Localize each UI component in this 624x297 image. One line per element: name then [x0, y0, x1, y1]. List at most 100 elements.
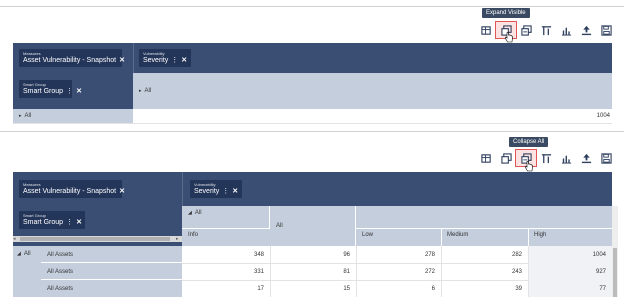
all-top-label: All — [194, 210, 202, 216]
top-header-divider — [133, 43, 134, 73]
vulnerability-menu-icon[interactable]: ⋮ — [171, 56, 178, 65]
cell-info: 348 — [253, 251, 264, 258]
remove-smart-group-icon[interactable]: ✕ — [76, 87, 82, 96]
smart-group-menu-icon[interactable]: ⋮ — [66, 87, 73, 96]
measures-label: Measures — [23, 182, 41, 187]
top-measures-chip[interactable]: Measures Asset Vulnerability - Snapshot ✕ — [19, 49, 125, 67]
bottom-header-divider — [182, 172, 183, 206]
col-line — [528, 246, 529, 297]
all-top-toggle[interactable]: ◢ All — [188, 208, 202, 218]
row-all-label: All — [23, 251, 31, 257]
top-total-cell: 1004 — [596, 113, 610, 119]
remove-smart-group-icon[interactable]: ✕ — [76, 218, 82, 227]
severity-group-header — [356, 206, 612, 228]
expand-arrow-icon: ▸ — [139, 88, 142, 94]
all-merged-header — [270, 206, 356, 246]
save-button[interactable] — [596, 150, 616, 166]
header-divider — [356, 228, 612, 229]
cell-high: 927 — [528, 263, 612, 280]
col-divider — [441, 228, 442, 246]
bottom-smart-group-chip[interactable]: Smart Group Smart Group ⋮ ✕ — [19, 211, 85, 229]
cell-high: 77 — [528, 280, 612, 297]
expand-visible-button[interactable] — [496, 150, 516, 166]
all-mid-label: All — [276, 223, 283, 229]
col-line — [270, 246, 271, 297]
column-header-info[interactable]: Info — [188, 230, 198, 240]
top-all-column-label: All — [144, 88, 152, 94]
collapse-arrow-icon: ◢ — [17, 251, 21, 257]
cell-medium: 243 — [511, 268, 522, 275]
scroll-left-icon[interactable]: ◂ — [13, 236, 16, 242]
top-smart-group-chip[interactable]: Smart Group Smart Group ⋮ ✕ — [19, 80, 82, 98]
col-line — [441, 246, 442, 297]
sort-button[interactable] — [536, 150, 556, 166]
row-label[interactable]: All Assets — [47, 263, 73, 280]
col-divider — [528, 228, 529, 246]
table-settings-icon — [480, 25, 491, 35]
smart-group-value: Smart Group — [23, 219, 64, 226]
chart-icon — [561, 27, 571, 36]
row-label[interactable]: All Assets — [47, 280, 73, 297]
cell-low: 6 — [431, 285, 435, 292]
bottom-vulnerability-chip[interactable]: Vulnerability Severity ⋮ ✕ — [190, 180, 242, 198]
row-label[interactable]: All Assets — [47, 246, 73, 263]
collapse-all-button[interactable] — [516, 22, 536, 38]
cell-info: 331 — [253, 268, 264, 275]
cell-all: 15 — [343, 285, 350, 292]
vertical-scrollbar-thumb[interactable] — [613, 248, 617, 297]
save-button[interactable] — [596, 22, 616, 38]
measures-value: Asset Vulnerability - Snapshot — [23, 188, 117, 195]
cell-high: 1004 — [528, 246, 612, 263]
smart-group-menu-icon[interactable]: ⋮ — [66, 218, 73, 227]
cell-low: 278 — [424, 251, 435, 258]
top-all-row-toggle[interactable]: ▸ All — [19, 111, 31, 121]
export-icon — [581, 153, 591, 163]
column-header-medium[interactable]: Medium — [447, 230, 468, 240]
bottom-measures-chip[interactable]: Measures Asset Vulnerability - Snapshot ✕ — [19, 180, 125, 198]
screenshot-root: Expand Visible Measures Asset Vulnerabil… — [0, 0, 624, 297]
chart-icon — [561, 155, 571, 164]
sort-button[interactable] — [536, 22, 556, 38]
collapse-arrow-icon: ◢ — [188, 210, 192, 216]
horizontal-scrollbar-thumb[interactable] — [20, 237, 170, 241]
top-column-header-area — [133, 73, 612, 109]
col-line — [356, 246, 357, 297]
save-icon — [600, 152, 612, 164]
export-button[interactable] — [576, 150, 596, 166]
cell-medium: 39 — [515, 285, 522, 292]
vulnerability-menu-icon[interactable]: ⋮ — [222, 187, 229, 196]
table-settings-button[interactable] — [476, 22, 496, 38]
remove-vulnerability-icon[interactable]: ✕ — [232, 187, 238, 196]
measures-value: Asset Vulnerability - Snapshot — [23, 57, 117, 64]
export-icon — [581, 25, 591, 35]
expand-visible-icon — [500, 152, 512, 164]
top-divider — [0, 6, 624, 7]
chart-button[interactable] — [556, 150, 576, 166]
column-header-high[interactable]: High — [534, 230, 546, 240]
expand-visible-tooltip: Expand Visible — [482, 8, 530, 18]
table-settings-button[interactable] — [476, 150, 496, 166]
remove-measures-icon[interactable]: ✕ — [119, 187, 125, 196]
cell-info: 17 — [257, 285, 264, 292]
vulnerability-value: Severity — [143, 57, 169, 64]
remove-measures-icon[interactable]: ✕ — [119, 56, 125, 65]
smart-group-label: Smart Group — [23, 82, 46, 87]
vulnerability-value: Severity — [194, 188, 220, 195]
chart-button[interactable] — [556, 22, 576, 38]
export-button[interactable] — [576, 22, 596, 38]
scroll-right-icon[interactable]: ▸ — [176, 236, 179, 242]
cell-all: 81 — [343, 268, 350, 275]
top-all-column-toggle[interactable]: ▸ All — [139, 86, 151, 96]
collapse-all-tooltip: Collapse All — [509, 137, 549, 147]
expand-arrow-icon: ▸ — [19, 113, 22, 119]
smart-group-label: Smart Group — [23, 213, 46, 218]
column-header-low[interactable]: Low — [362, 230, 373, 240]
row-all-toggle[interactable]: ◢ All — [17, 249, 31, 259]
sort-icon — [541, 153, 551, 163]
bottom-divider — [0, 131, 624, 132]
save-icon — [600, 24, 612, 36]
top-bottom-border — [13, 123, 612, 124]
top-vulnerability-chip[interactable]: Vulnerability Severity ⋮ ✕ — [139, 49, 191, 67]
remove-vulnerability-icon[interactable]: ✕ — [181, 56, 187, 65]
hand-cursor-icon — [525, 161, 533, 172]
